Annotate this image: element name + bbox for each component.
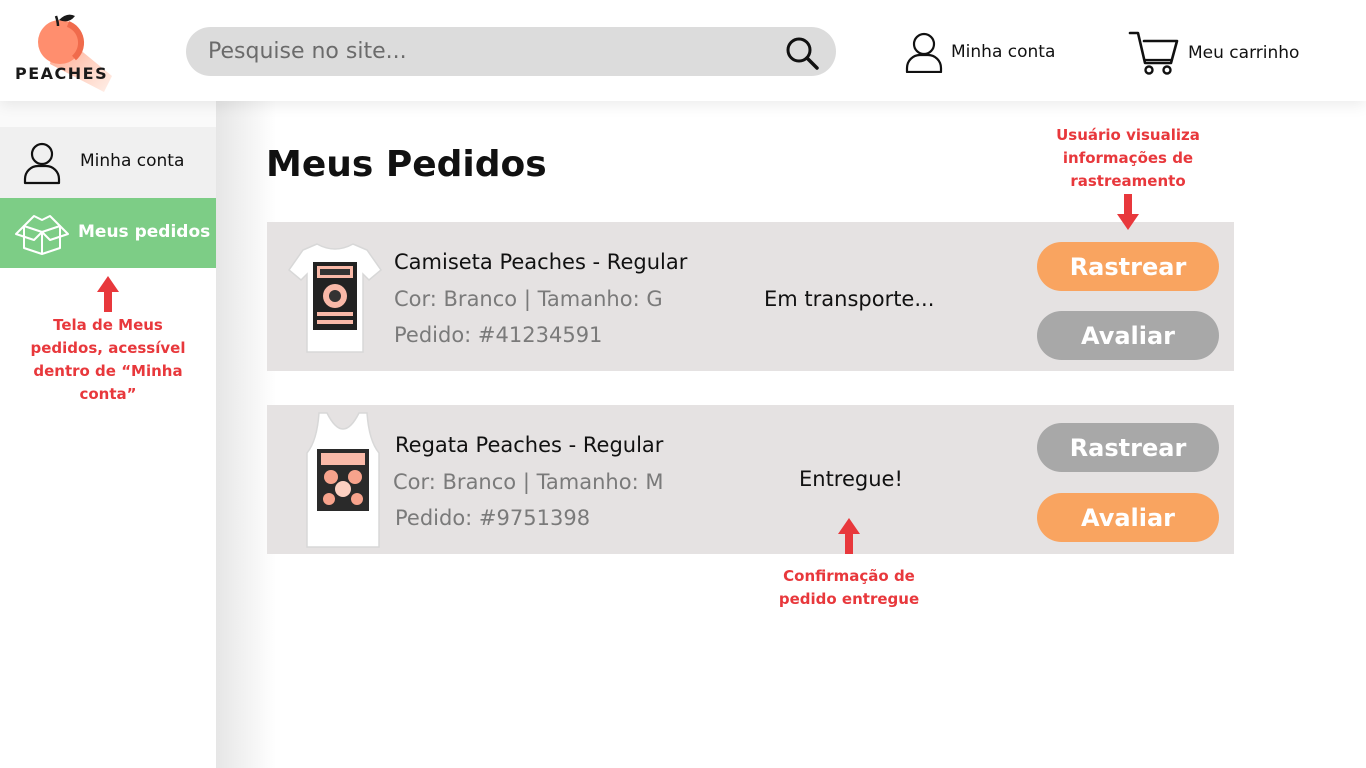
search-icon[interactable]	[784, 35, 820, 71]
annotation-delivered: Confirmação de pedido entregue	[778, 567, 920, 608]
search-bar	[186, 27, 836, 76]
user-icon	[905, 32, 943, 73]
review-button[interactable]: Avaliar	[1037, 311, 1219, 360]
annotation-tracking: Usuário visualiza informações de rastrea…	[1056, 126, 1200, 190]
cart-icon	[1128, 31, 1179, 75]
order-status: Em transporte...	[764, 287, 935, 311]
search-input[interactable]	[208, 27, 768, 76]
order-number: Pedido: #41234591	[394, 323, 603, 347]
order-number: Pedido: #9751398	[395, 506, 591, 530]
cart-label: Meu carrinho	[1188, 43, 1300, 63]
arrow-down-icon	[1117, 194, 1139, 230]
cart-link[interactable]: Meu carrinho	[1128, 28, 1299, 78]
box-icon	[15, 215, 69, 255]
product-name: Camiseta Peaches - Regular	[394, 250, 688, 274]
order-card: Regata Peaches - Regular Cor: Branco | T…	[267, 405, 1234, 554]
product-name: Regata Peaches - Regular	[395, 433, 664, 457]
arrow-up-icon	[97, 276, 119, 312]
sidebar-spacer	[0, 101, 216, 127]
sidebar-item-minha-conta[interactable]: Minha conta	[0, 127, 216, 198]
tank-top-image	[306, 412, 380, 548]
order-card: Camiseta Peaches - Regular Cor: Branco |…	[267, 222, 1234, 371]
review-button[interactable]: Avaliar	[1037, 493, 1219, 542]
user-icon	[23, 142, 61, 185]
track-button[interactable]: Rastrear	[1037, 423, 1219, 472]
page-title: Meus Pedidos	[266, 144, 547, 185]
sidebar-item-meus-pedidos[interactable]: Meus pedidos	[0, 198, 216, 268]
product-details: Cor: Branco | Tamanho: M	[393, 470, 664, 494]
sidebar: Minha conta Meus pedidos	[0, 101, 216, 768]
account-label: Minha conta	[951, 42, 1056, 62]
product-details: Cor: Branco | Tamanho: G	[394, 287, 663, 311]
brand-name: PEACHES	[15, 64, 109, 83]
header: PEACHES Minha conta Meu carrinho	[0, 0, 1366, 101]
tshirt-image	[287, 243, 383, 353]
annotation-sidebar: Tela de Meus pedidos, acessível dentro d…	[30, 316, 186, 403]
account-link[interactable]: Minha conta	[905, 30, 1055, 74]
order-status: Entregue!	[799, 467, 903, 491]
arrow-up-icon	[838, 518, 860, 554]
track-button[interactable]: Rastrear	[1037, 242, 1219, 291]
sidebar-item-label: Meus pedidos	[78, 222, 211, 242]
sidebar-item-label: Minha conta	[80, 151, 185, 171]
